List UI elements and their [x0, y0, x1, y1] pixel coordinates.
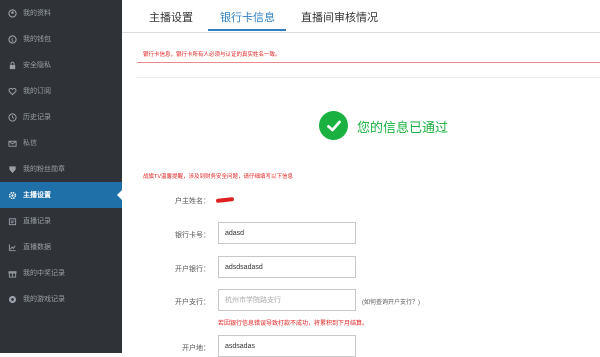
branch-field[interactable]: 杭州市学院路支行 [218, 289, 356, 311]
sidebar-item-profile[interactable]: 我的资料 [0, 0, 122, 26]
tab-bank-card[interactable]: 银行卡信息 [220, 9, 275, 25]
sidebar-item-label: 我的粉丝勋章 [23, 166, 65, 173]
status-message: 您的信息已通过 [357, 120, 449, 135]
address-label: 开户地： [182, 345, 210, 352]
sidebar-item-label: 我的游戏记录 [23, 296, 65, 303]
sidebar-item-live-data[interactable]: 直播数据 [0, 234, 122, 260]
owner-name-label: 户主姓名： [175, 198, 210, 205]
sidebar-item-subscriptions[interactable]: 我的订阅 [0, 78, 122, 104]
sidebar-item-host-settings[interactable]: 主播设置 [0, 182, 122, 208]
card-number-label: 银行卡号： [175, 232, 210, 239]
sidebar-item-label: 我的钱包 [23, 36, 51, 43]
sidebar-item-label: 主播设置 [23, 192, 51, 199]
security-warning: 战旗TV温馨提醒，涉及到财务安全问题，请仔细填写以下信息 [143, 174, 294, 180]
svg-text:$: $ [11, 37, 14, 42]
heart-icon [8, 87, 17, 96]
medal-icon [8, 165, 17, 174]
sidebar-item-label: 直播记录 [23, 218, 51, 225]
section-divider [137, 77, 600, 78]
gear-icon [8, 191, 17, 200]
sidebar-item-label: 直播数据 [23, 244, 51, 251]
sidebar-item-label: 历史记录 [23, 114, 51, 121]
sidebar-item-live-records[interactable]: 直播记录 [0, 208, 122, 234]
chart-icon [8, 243, 17, 252]
card-number-field[interactable]: adasd [218, 222, 356, 244]
sidebar-item-messages[interactable]: 私信 [0, 130, 122, 156]
active-indicator [117, 190, 122, 200]
success-check-icon [319, 111, 348, 140]
game-icon [8, 295, 17, 304]
branch-label: 开户支行： [175, 299, 210, 306]
sidebar: 我的资料 $ 我的钱包 安全隐私 我的订阅 历史记录 私信 我的粉丝勋章 主播设… [0, 0, 122, 353]
mail-icon [8, 139, 17, 148]
bank-card-notice: 银行卡信息，银行卡所有人必须与认证的真实姓名一致。 [143, 52, 281, 58]
sidebar-item-history[interactable]: 历史记录 [0, 104, 122, 130]
record-icon [8, 217, 17, 226]
wallet-icon: $ [8, 34, 17, 44]
sidebar-item-label: 我的资料 [23, 10, 51, 17]
sidebar-item-label: 我的订阅 [23, 88, 51, 95]
clock-icon [8, 112, 17, 122]
address-field[interactable]: asdsadas [218, 335, 356, 357]
active-tab-underline [208, 29, 286, 31]
sidebar-item-security[interactable]: 安全隐私 [0, 52, 122, 78]
branch-error-message: 若因银行信息错误导致打款不成功，将累积到下月结算。 [218, 321, 369, 327]
sidebar-item-prize-records[interactable]: 我的中奖记录 [0, 260, 122, 286]
sidebar-item-label: 安全隐私 [23, 62, 51, 69]
sidebar-item-wallet[interactable]: $ 我的钱包 [0, 26, 122, 52]
redacted-owner-name [215, 197, 235, 203]
sidebar-item-game-records[interactable]: 我的游戏记录 [0, 286, 122, 312]
branch-help-link[interactable]: (如何查询开户支行？) [362, 297, 420, 306]
tab-room-review[interactable]: 直播间审核情况 [301, 9, 378, 25]
notice-divider [137, 62, 600, 63]
sidebar-item-fan-medal[interactable]: 我的粉丝勋章 [0, 156, 122, 182]
tab-bar: 主播设置 银行卡信息 直播间审核情况 [122, 0, 600, 33]
bank-name-label: 开户银行： [175, 266, 210, 273]
tab-host-settings[interactable]: 主播设置 [149, 9, 193, 25]
sidebar-item-label: 私信 [23, 140, 37, 147]
sidebar-item-label: 我的中奖记录 [23, 270, 65, 277]
bank-name-field[interactable]: adsdsadasd [218, 256, 356, 278]
gift-icon [8, 269, 17, 278]
user-icon [8, 8, 17, 18]
lock-icon [8, 61, 17, 70]
